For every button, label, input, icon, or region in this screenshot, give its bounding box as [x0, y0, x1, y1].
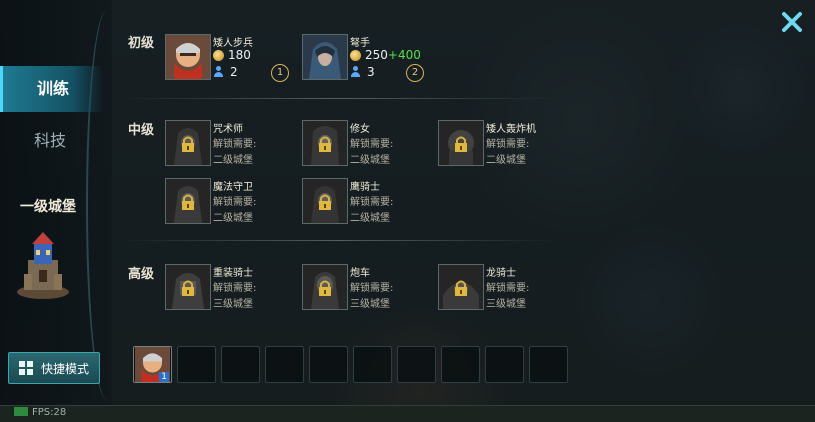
- population-icon: [213, 66, 224, 78]
- tier-divider: [118, 98, 558, 99]
- unit-cost: 180: [228, 48, 251, 62]
- unit-name: 鹰骑士: [350, 182, 380, 193]
- unit-card-locked[interactable]: 修女 解锁需要: 二级城堡: [302, 120, 432, 168]
- unlock-req-value: 三级城堡: [350, 299, 390, 310]
- tab-technology[interactable]: 科技: [0, 127, 100, 155]
- lock-icon: [182, 280, 194, 296]
- unlock-req-value: 三级城堡: [486, 299, 526, 310]
- unlock-req-label: 解锁需要:: [350, 197, 394, 208]
- unit-name: 龙骑士: [486, 268, 516, 279]
- unit-name: 炮车: [350, 268, 370, 279]
- unlock-req-label: 解锁需要:: [486, 283, 530, 294]
- unit-name: 魔法守卫: [213, 182, 253, 193]
- unit-card-locked[interactable]: 咒术师 解锁需要: 二级城堡: [165, 120, 295, 168]
- unit-card-locked[interactable]: 重装骑士 解锁需要: 三级城堡: [165, 264, 295, 312]
- queue-slot-empty[interactable]: [177, 346, 216, 383]
- nun-portrait: [302, 120, 348, 166]
- unlock-req-value: 二级城堡: [213, 155, 253, 166]
- unlock-req-label: 解锁需要:: [350, 139, 394, 150]
- sidebar: 训练 科技 一级城堡: [0, 0, 112, 405]
- lock-icon: [182, 194, 194, 210]
- unlock-req-label: 解锁需要:: [486, 139, 530, 150]
- magic-guard-portrait: [165, 178, 211, 224]
- unit-name: 弩手: [350, 38, 370, 49]
- unit-card-locked[interactable]: 龙骑士 解锁需要: 三级城堡: [438, 264, 568, 312]
- tier-label-mid: 中级: [128, 123, 155, 138]
- unit-level-badge: 2: [406, 64, 424, 82]
- sorcerer-portrait: [165, 120, 211, 166]
- lock-icon: [319, 136, 331, 152]
- grid-icon: [19, 361, 33, 375]
- tier-divider: [118, 240, 558, 241]
- heavy-knight-portrait: [165, 264, 211, 310]
- unlock-req-label: 解锁需要:: [350, 283, 394, 294]
- unlock-req-value: 二级城堡: [213, 213, 253, 224]
- unlock-req-label: 解锁需要:: [213, 197, 257, 208]
- unlock-req-value: 二级城堡: [350, 213, 390, 224]
- dragon-knight-portrait: [438, 264, 484, 310]
- queue-slot-empty[interactable]: [353, 346, 392, 383]
- queue-slot-empty[interactable]: [309, 346, 348, 383]
- castle-icon[interactable]: [14, 230, 72, 300]
- unit-name: 修女: [350, 124, 370, 135]
- dwarf-infantry-portrait: [165, 34, 211, 80]
- unlock-req-value: 二级城堡: [486, 155, 526, 166]
- crossbowman-portrait: [302, 34, 348, 80]
- lock-icon: [182, 136, 194, 152]
- game-hud-strip: [0, 405, 815, 422]
- unit-card-locked[interactable]: 矮人轰炸机 解锁需要: 二级城堡: [438, 120, 568, 168]
- queue-count-badge: 1: [159, 372, 169, 382]
- unit-card-locked[interactable]: 炮车 解锁需要: 三级城堡: [302, 264, 432, 312]
- queue-slot-empty[interactable]: [265, 346, 304, 383]
- lock-icon: [319, 280, 331, 296]
- quick-mode-button[interactable]: 快捷模式: [8, 352, 100, 384]
- population-icon: [350, 66, 361, 78]
- cannon-cart-portrait: [302, 264, 348, 310]
- quick-mode-label: 快捷模式: [41, 361, 90, 376]
- lock-icon: [455, 136, 467, 152]
- unit-pop: 3: [367, 65, 375, 79]
- queue-slot-empty[interactable]: [221, 346, 260, 383]
- unit-level-badge: 1: [271, 64, 289, 82]
- queue-slot-empty[interactable]: [529, 346, 568, 383]
- tier-label-basic: 初级: [128, 36, 155, 51]
- unit-card-locked[interactable]: 魔法守卫 解锁需要: 二级城堡: [165, 178, 295, 226]
- queue-slot-empty[interactable]: [397, 346, 436, 383]
- unit-cost: 250: [365, 48, 388, 62]
- unlock-req-value: 三级城堡: [213, 299, 253, 310]
- pop-row: 3: [350, 65, 375, 79]
- unit-card-dwarf-infantry[interactable]: 矮人步兵 180 2 1: [165, 34, 295, 82]
- unlock-req-value: 二级城堡: [350, 155, 390, 166]
- unit-pop: 2: [230, 65, 238, 79]
- cost-row: 180: [213, 48, 251, 62]
- queue-slot-empty[interactable]: [441, 346, 480, 383]
- unit-cost-bonus: +400: [387, 48, 421, 62]
- unit-card-crossbowman[interactable]: 弩手 250 +400 3 2: [302, 34, 432, 82]
- close-icon[interactable]: [780, 10, 804, 34]
- tier-label-high: 高级: [128, 267, 155, 282]
- queue-slot-filled[interactable]: 1: [133, 346, 172, 383]
- fps-counter: FPS:28: [14, 407, 66, 418]
- unit-name: 矮人步兵: [213, 38, 253, 49]
- unit-card-locked[interactable]: 鹰骑士 解锁需要: 二级城堡: [302, 178, 432, 226]
- lock-icon: [319, 194, 331, 210]
- lock-icon: [455, 280, 467, 296]
- queue-slot-empty[interactable]: [485, 346, 524, 383]
- unit-name: 重装骑士: [213, 268, 253, 279]
- gold-coin-icon: [350, 49, 361, 61]
- training-queue: 1: [133, 346, 568, 383]
- unit-name: 咒术师: [213, 124, 243, 135]
- unit-name: 矮人轰炸机: [486, 124, 536, 135]
- unlock-req-label: 解锁需要:: [213, 139, 257, 150]
- dwarf-bomber-portrait: [438, 120, 484, 166]
- gold-coin-icon: [213, 49, 224, 61]
- pop-row: 2: [213, 65, 238, 79]
- cost-row: 250 +400: [350, 48, 421, 62]
- unlock-req-label: 解锁需要:: [213, 283, 257, 294]
- tab-training[interactable]: 训练: [0, 66, 103, 112]
- castle-level-label: 一级城堡: [20, 199, 76, 215]
- eagle-knight-portrait: [302, 178, 348, 224]
